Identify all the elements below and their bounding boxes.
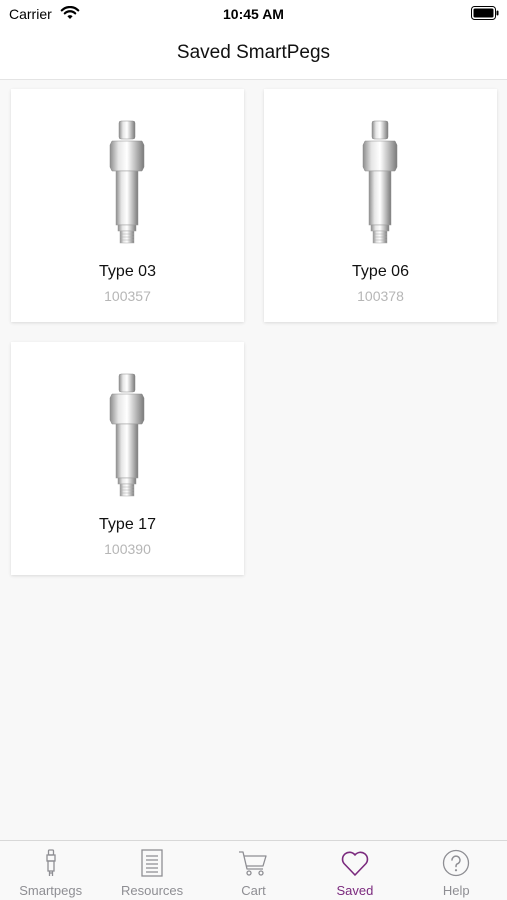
smartpeg-name: Type 17 — [99, 516, 156, 533]
smartpeg-icon — [46, 849, 56, 876]
smartpeg-code: 100390 — [104, 541, 151, 557]
tab-cart[interactable]: Cart — [203, 841, 304, 900]
smartpeg-code: 100378 — [357, 288, 404, 304]
smartpeg-card[interactable]: Type 17 100390 — [11, 342, 244, 575]
navigation-bar: Saved SmartPegs — [0, 28, 507, 80]
tab-bar: Smartpegs Resources Cart Saved Help — [0, 840, 507, 900]
smartpeg-name: Type 03 — [99, 263, 156, 280]
smartpeg-image — [107, 119, 147, 247]
smartpeg-card[interactable]: Type 03 100357 — [11, 89, 244, 322]
tab-saved[interactable]: Saved — [304, 841, 405, 900]
smartpeg-code: 100357 — [104, 288, 151, 304]
help-icon — [443, 849, 470, 877]
tab-label: Cart — [241, 883, 266, 898]
page-title: Saved SmartPegs — [176, 42, 331, 63]
tab-label: Saved — [336, 883, 374, 898]
status-time: 10:45 AM — [223, 6, 284, 22]
tab-resources[interactable]: Resources — [101, 841, 202, 900]
tab-label: Smartpegs — [19, 883, 83, 898]
cart-icon — [239, 851, 268, 876]
document-icon — [141, 849, 163, 877]
smartpeg-image — [360, 119, 400, 247]
tab-label: Resources — [121, 883, 184, 898]
tab-label: Help — [442, 883, 470, 898]
smartpeg-card[interactable]: Type 06 100378 — [264, 89, 497, 322]
status-bar: Carrier 10:45 AM — [0, 0, 507, 28]
battery-icon — [471, 6, 499, 20]
tab-smartpegs[interactable]: Smartpegs — [0, 841, 101, 900]
tab-help[interactable]: Help — [406, 841, 507, 900]
smartpeg-name: Type 06 — [352, 263, 409, 280]
smartpeg-image — [107, 372, 147, 500]
heart-icon — [341, 851, 369, 876]
